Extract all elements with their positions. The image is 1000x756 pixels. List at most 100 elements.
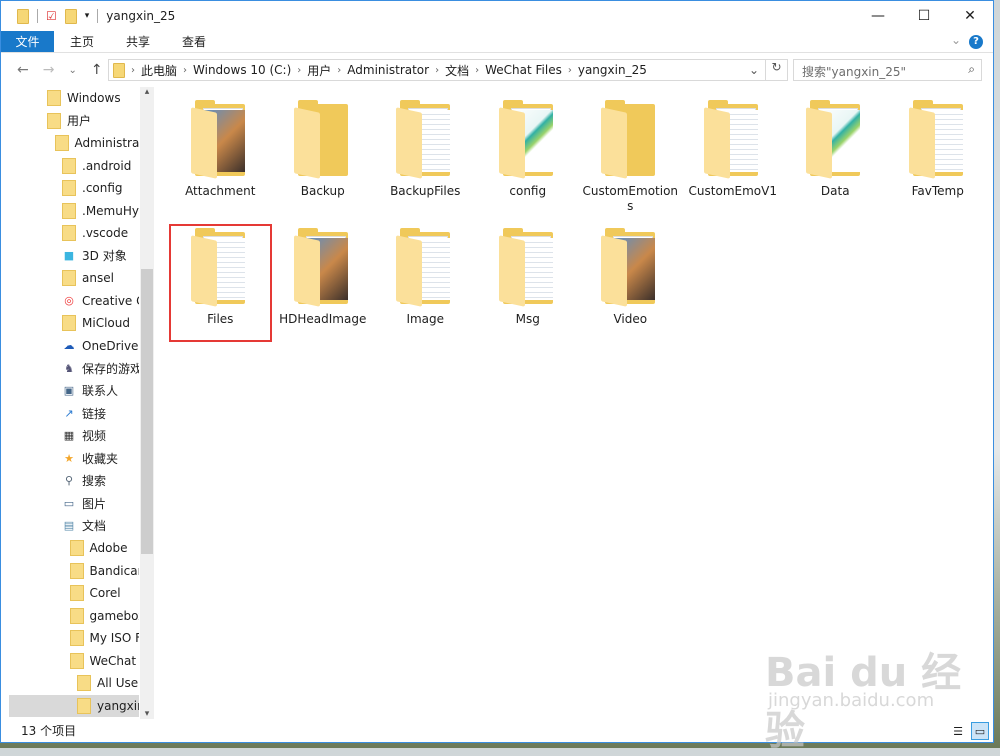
tree-item[interactable]: WeChat Files — [9, 650, 139, 673]
folder-icon — [498, 100, 557, 179]
folder-icon — [601, 228, 659, 307]
scrollbar-thumb[interactable] — [141, 269, 153, 554]
chevron-right-icon: › — [183, 64, 188, 76]
tree-item[interactable]: My ISO Files — [9, 627, 139, 650]
tab-home[interactable]: 主页 — [54, 31, 110, 52]
folder-icon — [77, 697, 91, 714]
status-bar: 13 个项目 ☰ ▭ — [1, 718, 993, 742]
tree-item[interactable]: ansel — [9, 267, 139, 290]
breadcrumb[interactable]: yangxin_25 — [578, 63, 647, 77]
folder-item[interactable]: CustomEmoV1 — [682, 96, 785, 214]
tree-item[interactable]: yangxin_25 — [9, 694, 139, 717]
navigation-scrollbar[interactable]: ▴ ▾ — [140, 87, 154, 719]
tree-item[interactable]: .config — [9, 177, 139, 200]
tree-item[interactable]: MiCloud — [9, 312, 139, 335]
folder-icon — [703, 100, 762, 179]
breadcrumb[interactable]: Administrator — [347, 63, 429, 77]
expand-ribbon-icon[interactable]: ⌄ — [951, 33, 961, 47]
breadcrumb[interactable]: Windows 10 (C:) — [193, 63, 291, 77]
tab-file[interactable]: 文件 — [1, 31, 54, 52]
folder-icon — [396, 100, 454, 179]
help-icon[interactable]: ? — [969, 35, 983, 49]
breadcrumb[interactable]: WeChat Files — [485, 63, 562, 77]
folder-item[interactable]: HDHeadImage — [272, 224, 375, 342]
scroll-up-icon[interactable]: ▴ — [140, 87, 154, 97]
tree-item[interactable]: ▤ 文档 — [9, 515, 139, 538]
folder-name: Attachment — [185, 184, 256, 198]
maximize-button[interactable]: ☐ — [901, 1, 947, 31]
file-explorer-window: ☑ ▾ yangxin_25 — ☐ ✕ 文件 主页 共享 查看 ⌄ ? ← →… — [0, 0, 994, 743]
folder-item[interactable]: Image — [374, 224, 477, 342]
tree-item[interactable]: .android — [9, 155, 139, 178]
address-dropdown-icon[interactable]: ⌄ — [749, 63, 759, 77]
tree-item-label: Corel — [89, 586, 121, 601]
search-placeholder: 搜索"yangxin_25" — [802, 65, 907, 79]
tree-item[interactable]: Adobe — [9, 537, 139, 560]
address-bar[interactable]: › 此电脑 › Windows 10 (C:) › 用户 › Administrator… — [108, 59, 788, 81]
tree-item[interactable]: All Users — [9, 672, 139, 695]
tab-view[interactable]: 查看 — [166, 31, 222, 52]
tree-item-label: 视频 — [82, 429, 107, 444]
contacts-icon: ▣ — [63, 384, 75, 398]
tab-share[interactable]: 共享 — [110, 31, 166, 52]
tree-item[interactable]: 用户 — [9, 110, 139, 133]
search-input[interactable]: 搜索"yangxin_25" ⌕ — [793, 59, 982, 81]
folder-icon — [47, 90, 61, 107]
breadcrumb[interactable]: 此电脑 — [141, 62, 177, 79]
tree-item[interactable]: ▣ 联系人 — [9, 380, 139, 403]
tree-item-label: All Users — [97, 676, 139, 691]
tree-item[interactable]: ◎ Creative Cloud Files — [9, 290, 139, 313]
folder-item[interactable]: Video — [579, 224, 682, 342]
breadcrumb[interactable]: 用户 — [307, 62, 331, 79]
folder-item[interactable]: Attachment — [169, 96, 272, 214]
close-button[interactable]: ✕ — [947, 1, 993, 31]
title-bar: ☑ ▾ yangxin_25 — ☐ ✕ — [1, 1, 993, 31]
tree-item[interactable]: ↗ 链接 — [9, 402, 139, 425]
folder-icon — [69, 585, 84, 602]
tree-item[interactable]: Administrator — [9, 132, 139, 155]
minimize-button[interactable]: — — [855, 1, 901, 31]
chevron-right-icon: › — [297, 64, 302, 76]
tree-item[interactable]: .MemuHyperv — [9, 200, 139, 223]
tree-item[interactable]: Bandicam — [9, 560, 139, 583]
forward-icon[interactable]: → — [43, 62, 55, 78]
tree-item[interactable]: ☁ OneDrive — [9, 335, 139, 358]
searches-icon: ⚲ — [64, 474, 74, 488]
tree-item[interactable]: ♞ 保存的游戏 — [9, 357, 139, 380]
folder-item[interactable]: Data — [784, 96, 887, 214]
refresh-icon[interactable]: ↻ — [765, 60, 787, 80]
properties-icon[interactable]: ☑ — [46, 9, 57, 23]
tree-item-label: gamebox — [89, 608, 140, 623]
folder-item[interactable]: FavTemp — [887, 96, 990, 214]
folder-item[interactable]: config — [477, 96, 580, 214]
folder-item[interactable]: CustomEmotions — [579, 96, 682, 214]
new-folder-icon[interactable] — [64, 8, 77, 24]
folder-item[interactable]: Backup — [272, 96, 375, 214]
tree-item-label: ansel — [82, 271, 114, 286]
back-icon[interactable]: ← — [17, 62, 29, 78]
folder-item[interactable]: Files — [169, 224, 272, 342]
tree-item-label: .vscode — [82, 226, 129, 241]
tree-item[interactable]: .vscode — [9, 222, 139, 245]
details-view-icon[interactable]: ☰ — [949, 722, 967, 740]
tree-item[interactable]: ■ 3D 对象 — [9, 245, 139, 268]
recent-locations-icon[interactable]: ⌄ — [68, 65, 76, 76]
folder-item[interactable]: BackupFiles — [374, 96, 477, 214]
tree-item[interactable]: ★ 收藏夹 — [9, 447, 139, 470]
quick-access-dropdown-icon[interactable]: ▾ — [85, 11, 90, 21]
tree-item[interactable]: Windows — [9, 87, 139, 110]
search-icon[interactable]: ⌕ — [968, 62, 975, 77]
tree-item[interactable]: Corel — [9, 582, 139, 605]
tree-item[interactable]: ▦ 视频 — [9, 425, 139, 448]
links-icon: ↗ — [64, 406, 74, 420]
folder-name: FavTemp — [911, 184, 964, 198]
tree-item[interactable]: ▭ 图片 — [9, 492, 139, 515]
folder-item[interactable]: Msg — [477, 224, 580, 342]
folder-icon — [54, 135, 69, 152]
tree-item[interactable]: ⚲ 搜索 — [9, 470, 139, 493]
breadcrumb[interactable]: 文档 — [445, 62, 469, 79]
large-icons-view-icon[interactable]: ▭ — [971, 722, 989, 740]
tree-item[interactable]: gamebox — [9, 605, 139, 628]
up-icon[interactable]: ↑ — [91, 62, 103, 78]
folder-icon — [908, 100, 967, 179]
